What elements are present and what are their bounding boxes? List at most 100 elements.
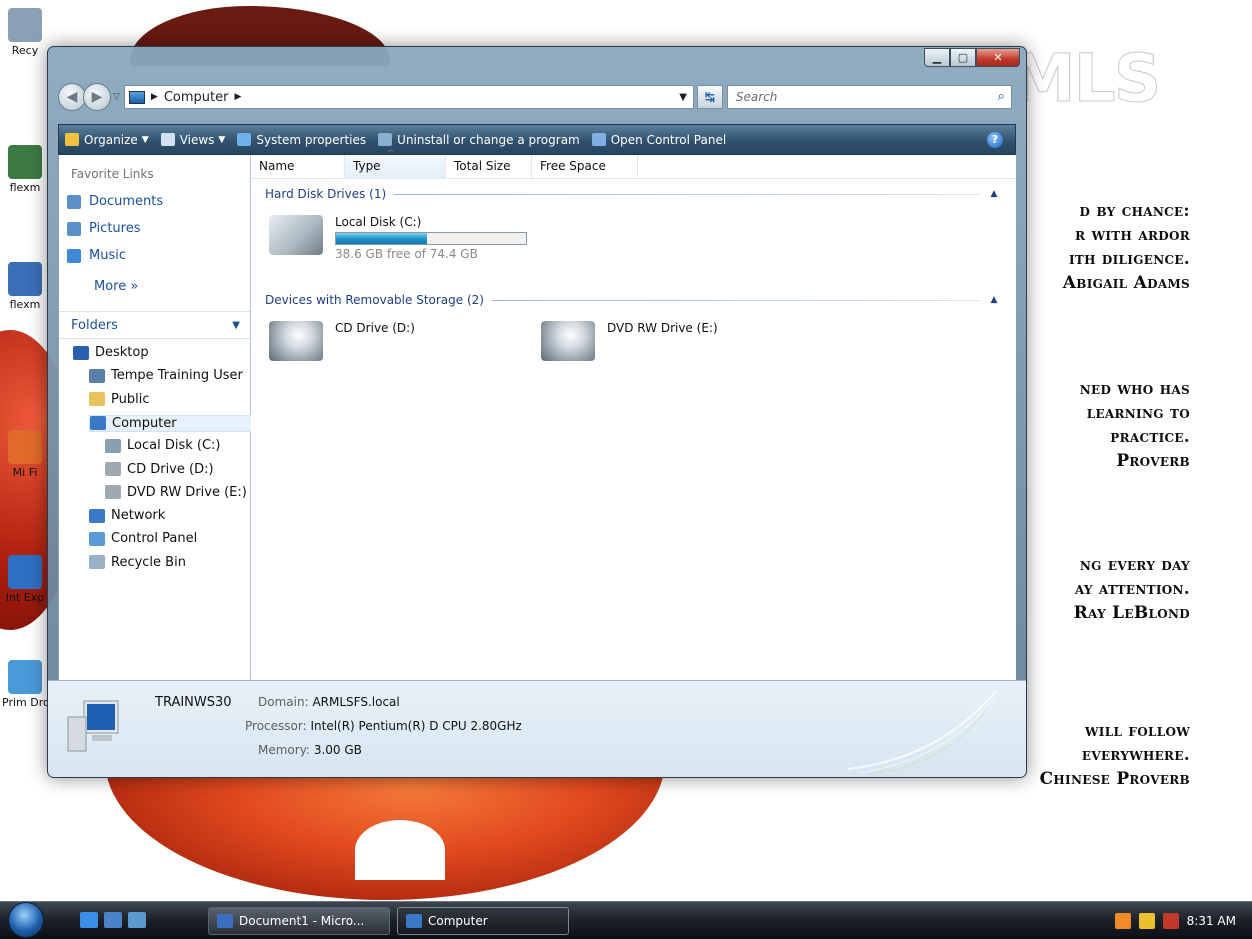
maximize-button[interactable]: ▢ <box>950 48 976 67</box>
breadcrumb-separator-icon[interactable]: ▶ <box>151 92 158 102</box>
address-dropdown-icon[interactable]: ▼ <box>679 92 687 103</box>
pictures-icon <box>67 221 81 236</box>
toolbar-label: Organize <box>84 132 138 147</box>
group-title: Hard Disk Drives (1) <box>265 187 387 201</box>
views-button[interactable]: Views ▼ <box>155 125 232 154</box>
uninstall-or-change-a-program-button[interactable]: Uninstall or change a program <box>372 125 586 154</box>
desktop-icon-label: Prim Drop <box>2 696 48 709</box>
address-bar[interactable]: ▶ Computer ▶ ▼ <box>123 85 694 109</box>
desktop-shortcut-icon <box>8 262 42 296</box>
tree-item-label: Desktop <box>95 345 149 360</box>
breadcrumb-separator-icon[interactable]: ▶ <box>234 92 241 102</box>
desktop-icon[interactable]: flexm <box>2 262 48 311</box>
forward-button[interactable]: ▶ <box>83 83 111 111</box>
clock[interactable]: 8:31 AM <box>1187 914 1236 928</box>
file-list: NameTypeTotal SizeFree Space Hard Disk D… <box>251 149 1016 680</box>
minimize-button[interactable]: ▁ <box>924 48 950 67</box>
group-header[interactable]: Devices with Removable Storage (2) ▲ <box>265 293 1000 307</box>
favorite-link-pictures[interactable]: Pictures <box>67 221 140 236</box>
tree-item-label: Recycle Bin <box>111 554 186 570</box>
group-divider <box>491 299 980 301</box>
column-header-free-space[interactable]: Free Space <box>532 155 638 179</box>
organize-button[interactable]: Organize ▼ <box>59 125 155 154</box>
tree-item-public[interactable]: Public <box>89 392 259 407</box>
tray-app-icon[interactable] <box>1114 913 1131 929</box>
tree-item-network[interactable]: Network <box>89 508 259 523</box>
computer-large-icon <box>67 700 119 752</box>
tree-item-tempe-training-user[interactable]: Tempe Training User <box>89 368 259 383</box>
refresh-button[interactable]: ↹ <box>696 85 723 109</box>
desktop-icon[interactable]: Recy <box>2 8 48 57</box>
domain-row: Domain: ARMLSFS.local <box>258 695 400 709</box>
search-icon[interactable]: ⌕ <box>998 89 1005 104</box>
window-controls: ▁ ▢ ✕ <box>924 48 1020 67</box>
close-button[interactable]: ✕ <box>976 48 1020 67</box>
desktop-icon[interactable]: Int Exp <box>2 555 48 604</box>
taskbar: Document1 - Micro... Computer 8:31 AM <box>0 901 1252 939</box>
tree-item-control-panel[interactable]: Control Panel <box>89 531 259 546</box>
start-button[interactable] <box>8 902 44 938</box>
quote-line: Proverb <box>1116 451 1190 471</box>
system-tray: 8:31 AM <box>1082 906 1252 936</box>
collapse-chevron-icon[interactable]: ▲ <box>988 295 1000 305</box>
desktop-icon <box>73 345 89 360</box>
drive-info: DVD RW Drive (E:) <box>607 321 718 361</box>
open-control-panel-button[interactable]: Open Control Panel <box>586 125 732 154</box>
recent-pages-icon[interactable]: ▽ <box>113 92 120 102</box>
toolbar-label: Views <box>179 132 215 147</box>
control-panel-icon <box>591 133 606 146</box>
show-desktop-icon[interactable] <box>104 912 122 928</box>
drive-name: DVD RW Drive (E:) <box>607 321 718 335</box>
volume-muted-icon[interactable] <box>1162 913 1179 929</box>
computer-icon <box>128 90 145 104</box>
tree-item-local-disk-c[interactable]: Local Disk (C:) <box>105 438 275 453</box>
wallpaper-quote: ned who has learning to practice. Proverb <box>1080 377 1190 473</box>
tree-item-cd-drive-d[interactable]: CD Drive (D:) <box>105 462 275 477</box>
public-icon <box>89 392 105 407</box>
folders-header[interactable]: Folders ▼ <box>59 311 250 339</box>
drive-item-local-disk-c[interactable]: Local Disk (C:) 38.6 GB free of 74.4 GB <box>269 215 527 261</box>
system-properties-button[interactable]: System properties <box>231 125 372 154</box>
desktop-icon[interactable]: flexm <box>2 145 48 194</box>
navigation-bar: ◀ ▶ ▽ ▶ Computer ▶ ▼ ↹ Search ⌕ <box>58 83 1018 111</box>
group-header[interactable]: Hard Disk Drives (1) ▲ <box>265 187 1000 201</box>
help-icon[interactable]: ? <box>987 132 1003 148</box>
quote-line: ned who has <box>1079 379 1190 399</box>
column-headers: NameTypeTotal SizeFree Space <box>251 149 1016 179</box>
taskbar-button-computer[interactable]: Computer <box>397 907 569 935</box>
more-link[interactable]: More » <box>94 279 138 294</box>
desktop-icon[interactable]: Mi Fi <box>2 430 48 479</box>
search-placeholder: Search <box>735 90 778 104</box>
column-header-name[interactable]: Name <box>251 155 345 179</box>
desktop-icon-label: Recy <box>11 44 39 57</box>
column-header-type[interactable]: Type <box>345 149 446 179</box>
desktop-icon[interactable]: Prim Drop <box>2 660 48 709</box>
tree-item-dvd-rw-drive-e[interactable]: DVD RW Drive (E:) <box>105 485 275 500</box>
taskbar-button-document1-micro[interactable]: Document1 - Micro... <box>208 907 390 935</box>
wallpaper-quote: d by chance: r with ardor ith diligence. Ab… <box>1063 199 1190 295</box>
breadcrumb-computer[interactable]: Computer <box>164 90 229 105</box>
favorite-link-label: Pictures <box>89 221 141 236</box>
switch-windows-icon[interactable] <box>128 912 146 928</box>
tree-item-label: CD Drive (D:) <box>127 461 214 477</box>
dropdown-arrow-icon: ▼ <box>141 134 149 145</box>
tray-security-icon[interactable] <box>1138 913 1155 929</box>
favorite-link-music[interactable]: Music <box>67 248 126 263</box>
tree-item-label: Network <box>111 508 166 524</box>
double-chevron-icon: » <box>130 279 139 294</box>
tree-item-recycle-bin[interactable]: Recycle Bin <box>89 555 259 570</box>
column-header-total-size[interactable]: Total Size <box>446 155 532 179</box>
drive-item-cd-drive-d[interactable]: CD Drive (D:) <box>269 321 415 361</box>
tree-item-computer[interactable]: Computer <box>89 414 259 432</box>
wallpaper-quote: will follow everywhere. Chinese Proverb <box>1040 719 1190 791</box>
search-input[interactable]: Search ⌕ <box>726 85 1012 109</box>
tree-item-desktop[interactable]: Desktop <box>73 345 243 360</box>
task-label: Computer <box>428 914 488 928</box>
collapse-chevron-icon[interactable]: ▲ <box>988 189 1000 199</box>
back-arrow-icon: ◀ <box>66 89 78 105</box>
favorite-link-documents[interactable]: Documents <box>67 194 163 209</box>
back-button[interactable]: ◀ <box>58 83 86 111</box>
ie-icon[interactable] <box>80 912 98 928</box>
drive-item-dvd-rw-drive-e[interactable]: DVD RW Drive (E:) <box>541 321 718 361</box>
tree-item-label: Control Panel <box>111 531 198 547</box>
